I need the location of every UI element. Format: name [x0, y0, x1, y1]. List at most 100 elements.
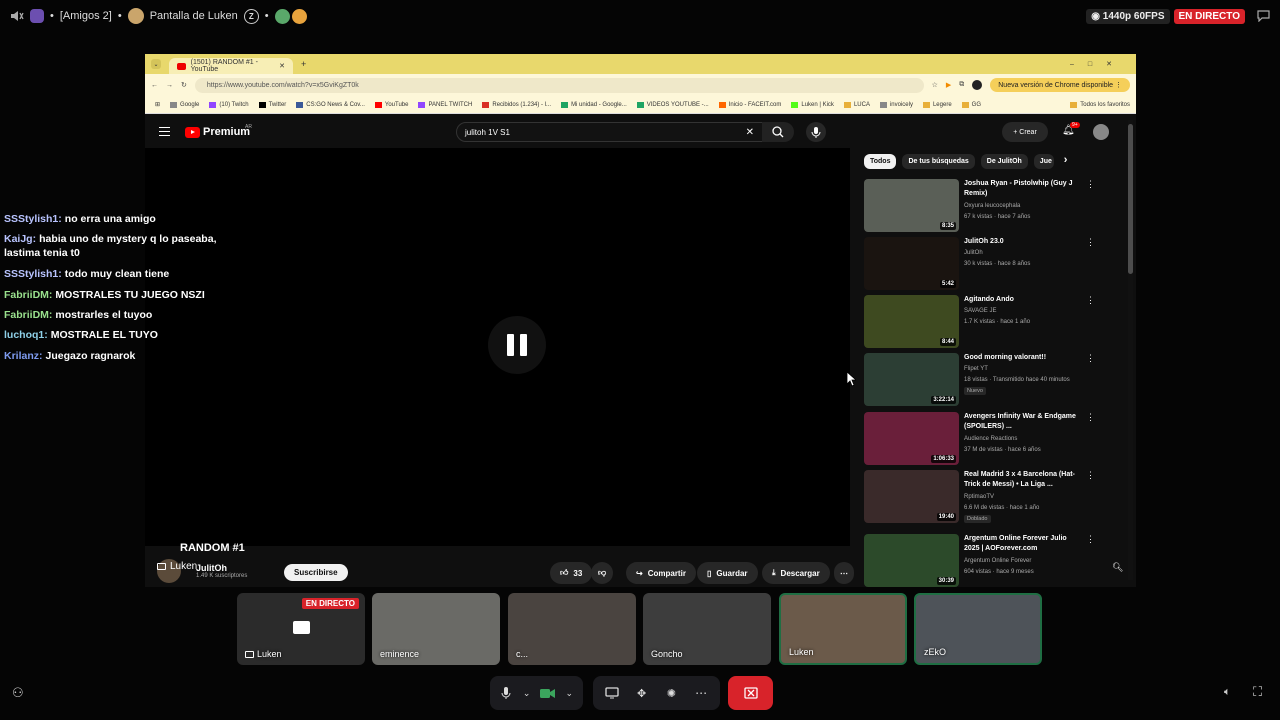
participant-tile[interactable]: Goncho [643, 593, 771, 665]
chrome-update-button[interactable]: Nueva versión de Chrome disponible ⋮ [990, 78, 1130, 92]
close-tab-icon[interactable]: ✕ [279, 62, 285, 70]
video-thumbnail[interactable]: 30:39 [864, 534, 959, 587]
participant-tile[interactable]: Luken [779, 593, 907, 665]
bookmark-item[interactable]: CS:GO News & Cov... [296, 101, 365, 108]
zoom-icon[interactable]: 🔍︎ [1112, 562, 1123, 573]
mic-button[interactable] [500, 683, 513, 703]
extension-icon[interactable]: ▶ [946, 81, 951, 89]
chevron-right-icon[interactable]: › [1064, 154, 1068, 169]
pause-button[interactable] [488, 316, 546, 374]
browser-tab[interactable]: (1501) RANDOM #1 - YouTube ✕ [169, 58, 293, 74]
more-vertical-icon[interactable]: ⋮ [1086, 470, 1095, 481]
bookmark-item[interactable]: Google [170, 101, 199, 108]
youtube-logo[interactable]: Premium [185, 126, 250, 138]
recommended-title[interactable]: JulitOh 23.0 [964, 237, 1082, 247]
scrollbar-thumb[interactable] [1128, 124, 1133, 274]
like-button[interactable]: 👍︎ 33 [550, 562, 593, 584]
volume-icon[interactable]: 🔈︎ [1224, 686, 1231, 699]
video-thumbnail[interactable]: 1:06:33 [864, 412, 959, 465]
participant-tile[interactable]: eminence [372, 593, 500, 665]
video-thumbnail[interactable]: 8:35 [864, 179, 959, 232]
bookmark-item[interactable]: Inicio - FACEIT.com [718, 101, 781, 108]
bookmark-item[interactable]: (10) Twitch [209, 101, 249, 108]
recommended-video[interactable]: 5:42 JulitOh 23.0 JulitOh 30 k vistas · hac… [864, 237, 1095, 290]
recommended-title[interactable]: Good morning valorant!! [964, 353, 1082, 363]
puzzle-icon[interactable]: ⧉ [959, 81, 964, 89]
recommended-title[interactable]: Avengers Infinity War & Endgame (SPOILER… [964, 412, 1082, 432]
more-vertical-icon[interactable]: ⋮ [1086, 295, 1095, 306]
clear-search-icon[interactable]: ✕ [746, 127, 754, 138]
scrollbar[interactable] [1128, 120, 1133, 580]
recommended-video[interactable]: 8:35 Joshua Ryan - Pistolwhip (Guy J Remi… [864, 179, 1095, 232]
server-icon[interactable] [30, 9, 44, 23]
voice-search-button[interactable] [806, 122, 826, 142]
recommended-video[interactable]: 3:22:14 Good morning valorant!! Flipet YT 1… [864, 353, 1095, 406]
bookmark-item[interactable]: YouTube [374, 101, 408, 108]
menu-icon[interactable] [159, 127, 170, 136]
video-thumbnail[interactable]: 19:40 [864, 470, 959, 523]
participant-tile[interactable]: zEkO [914, 593, 1042, 665]
leave-call-button[interactable] [728, 676, 773, 710]
avatar[interactable] [1093, 124, 1109, 140]
create-button[interactable]: + Crear [1002, 122, 1048, 142]
chip-all[interactable]: Todos [864, 154, 897, 169]
speaker-icon[interactable] [10, 10, 24, 22]
more-actions-button[interactable]: ⋯ [834, 562, 854, 584]
recommended-title[interactable]: Joshua Ryan - Pistolwhip (Guy J Remix) [964, 179, 1082, 199]
subscribe-button[interactable]: Suscribirse [284, 564, 348, 581]
bookmark-item[interactable]: GG [961, 101, 981, 108]
camera-button[interactable] [540, 683, 556, 703]
activities-button[interactable]: ✥ [633, 683, 651, 703]
star-icon[interactable]: ☆ [932, 81, 938, 89]
bookmark-item[interactable]: VIDEOS YOUTUBE -... [636, 101, 709, 108]
bookmark-item[interactable]: Recibidos (1.234) - l... [482, 101, 551, 108]
search-button[interactable] [762, 122, 794, 142]
chip-from-searches[interactable]: De tus búsquedas [902, 154, 975, 169]
dislike-button[interactable]: 👎︎ [591, 562, 614, 584]
channel-name[interactable]: JulitOh [196, 563, 247, 573]
reload-icon[interactable]: ↻ [181, 81, 187, 89]
bookmark-item[interactable]: PANEL TWITCH [418, 101, 472, 108]
all-bookmarks[interactable]: Todos los favoritos [1070, 101, 1130, 108]
bookmark-item[interactable]: Legere [922, 101, 952, 108]
recommended-title[interactable]: Agitando Ando [964, 295, 1082, 305]
more-vertical-icon[interactable]: ⋮ [1086, 353, 1095, 364]
apps-icon[interactable]: ⊞ [155, 101, 160, 108]
more-options-button[interactable]: ⋯ [692, 683, 710, 703]
invite-icon[interactable]: ⚇ [12, 685, 24, 701]
participant-tile[interactable]: c... [508, 593, 636, 665]
more-vertical-icon[interactable]: ⋮ [1086, 237, 1095, 248]
download-button[interactable]: ⤓ Descargar [762, 562, 830, 584]
video-thumbnail[interactable]: 3:22:14 [864, 353, 959, 406]
url-field[interactable]: https://www.youtube.com/watch?v=x5GviKgZ… [194, 77, 924, 93]
bookmark-item[interactable]: Twitter [258, 101, 286, 108]
recommended-video[interactable]: 8:44 Agitando Ando SAVAGE JE 1.7 K vistas ·… [864, 295, 1095, 348]
fullscreen-icon[interactable]: ⛶ [1253, 684, 1262, 700]
share-screen-button[interactable] [603, 683, 621, 703]
mic-options-chevron-icon[interactable]: ⌄ [523, 683, 531, 703]
recommended-title[interactable]: Argentum Online Forever Julio 2025 | AOF… [964, 534, 1082, 554]
recommended-video[interactable]: 19:40 Real Madrid 3 x 4 Barcelona (Hat-Tr… [864, 470, 1095, 523]
video-player[interactable] [145, 148, 850, 546]
share-button[interactable]: ↪ Compartir [626, 562, 696, 584]
more-vertical-icon[interactable]: ⋮ [1086, 534, 1095, 545]
recommended-video[interactable]: 30:39 Argentum Online Forever Julio 2025 … [864, 534, 1095, 587]
bookmark-item[interactable]: Luken | Kick [791, 101, 834, 108]
chip-games[interactable]: Jue [1033, 154, 1054, 169]
soundboard-button[interactable]: ✺ [663, 683, 681, 703]
save-button[interactable]: ▯ Guardar [697, 562, 758, 584]
chat-bubble-icon[interactable] [1257, 10, 1270, 22]
bookmark-item[interactable]: invoicely [879, 101, 913, 108]
bookmark-item[interactable]: Mi unidad - Google... [561, 101, 627, 108]
recommended-title[interactable]: Real Madrid 3 x 4 Barcelona (Hat-Trick d… [964, 470, 1082, 490]
search-input[interactable]: julitoh 1V S1 ✕ [456, 122, 769, 142]
chip-from-channel[interactable]: De JulitOh [980, 154, 1028, 169]
camera-options-chevron-icon[interactable]: ⌄ [565, 683, 573, 703]
window-controls[interactable]: –□✕ [1070, 60, 1126, 68]
video-thumbnail[interactable]: 8:44 [864, 295, 959, 348]
participant-tile[interactable]: EN DIRECTO Luken [237, 593, 365, 665]
back-icon[interactable]: ← [151, 82, 158, 89]
forward-icon[interactable]: → [166, 82, 173, 89]
bookmark-item[interactable]: LUCA [843, 101, 870, 108]
more-vertical-icon[interactable]: ⋮ [1086, 412, 1095, 423]
